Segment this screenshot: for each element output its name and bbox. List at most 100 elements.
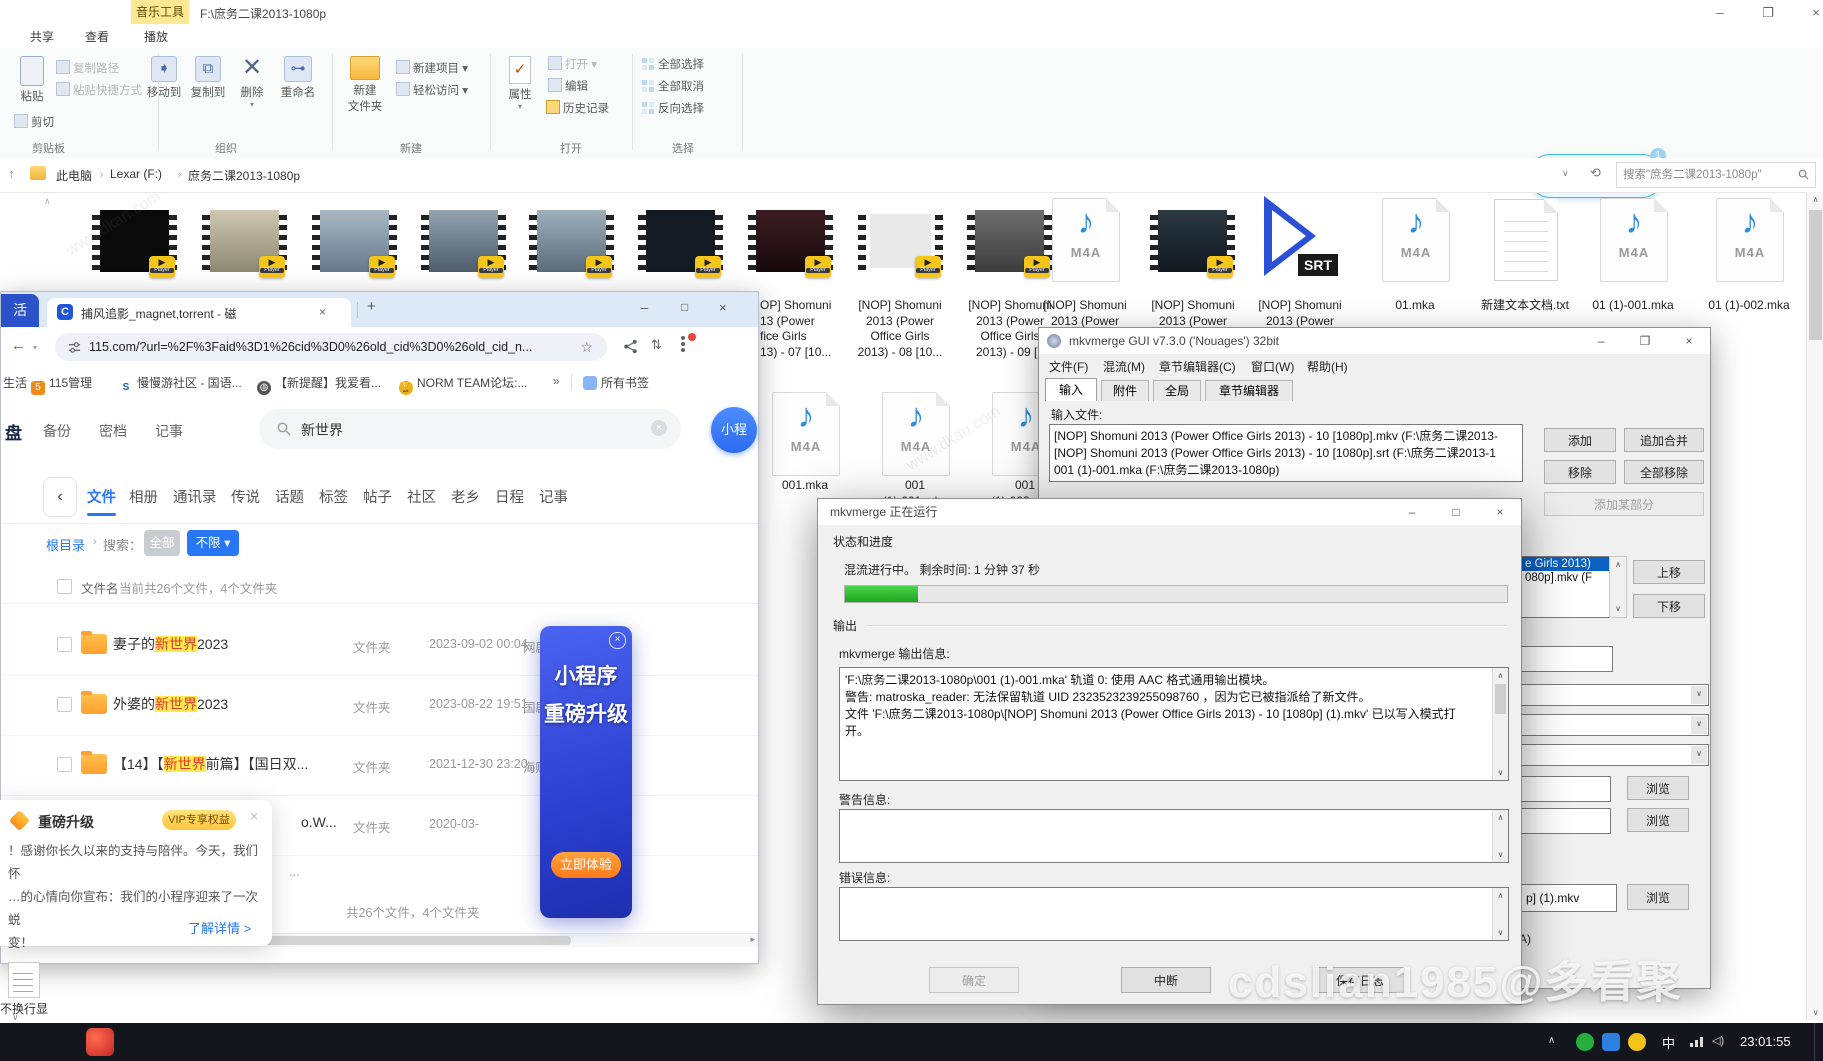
output-message-box[interactable]: 'F:\庶务二课2013-1080p\001 (1)-001.mka' 轨道 0… (839, 667, 1509, 781)
tab-input[interactable]: 输入 (1045, 378, 1097, 401)
text-file-icon[interactable] (1494, 199, 1558, 281)
popup-close-icon[interactable]: × (250, 808, 258, 824)
select-none-button[interactable]: 全部取消 (642, 78, 704, 94)
clear-search-icon[interactable]: × (651, 420, 667, 436)
bookmark-item[interactable]: 生活 (3, 374, 27, 391)
m4a-file-icon[interactable]: ♪M4A (1600, 198, 1668, 282)
srt-file-icon[interactable]: SRT (1258, 196, 1338, 280)
add-button[interactable]: 添加 (1544, 428, 1616, 452)
track-name-field[interactable] (1521, 646, 1613, 672)
bookmark-item[interactable]: ◍【新提醒】我爱看... (257, 374, 381, 395)
history-button[interactable]: 历史记录 (546, 100, 609, 116)
easy-access-button[interactable]: 轻松访问 ▾ (396, 82, 468, 98)
download-icon[interactable]: ⇅ (651, 337, 662, 353)
tab-global[interactable]: 全局 (1153, 380, 1201, 401)
move-to-button[interactable]: ➧ 移动到 (142, 56, 186, 100)
gui-maximize-button[interactable]: ❐ (1624, 328, 1666, 354)
tab-legend[interactable]: 传说 (231, 486, 260, 507)
file-label[interactable]: 01 (1)-001.mka (1578, 298, 1688, 314)
video-file-thumbnail[interactable]: ▶Player (967, 210, 1052, 272)
error-box[interactable]: ∧∨ (839, 887, 1509, 941)
pinned-tab-stub[interactable]: 活 (1, 294, 39, 327)
cloud-search-input[interactable]: 新世界 × (259, 409, 681, 449)
scroll-thumb[interactable] (1809, 210, 1822, 340)
m4a-file-icon[interactable]: ♪M4A (1716, 198, 1784, 282)
input-method-indicator[interactable]: 中 (1662, 1033, 1675, 1052)
filter-unlimited-button[interactable]: 不限 ▾ (187, 530, 239, 556)
tab-community[interactable]: 社区 (407, 486, 436, 507)
properties-dropdown-caret[interactable]: ▾ (500, 102, 540, 111)
explorer-maximize-button[interactable]: ❐ (1748, 3, 1788, 23)
progress-minimize-button[interactable]: – (1391, 499, 1433, 525)
video-file-thumbnail[interactable]: ▶Player (1150, 210, 1235, 272)
tab-close-icon[interactable]: × (319, 305, 326, 319)
forced-track-combo[interactable]: ∨ (1521, 744, 1709, 766)
error-scrollbar[interactable]: ∧∨ (1492, 888, 1508, 940)
network-icon[interactable] (1690, 1037, 1704, 1047)
browser-maximize-button[interactable]: □ (681, 300, 688, 314)
m4a-file-icon[interactable]: ♪M4A (1382, 198, 1450, 282)
ad-cta-button[interactable]: 立即体验 (551, 852, 621, 878)
new-folder-button[interactable]: 新建 文件夹 (340, 56, 390, 114)
abort-button[interactable]: 中断 (1121, 967, 1211, 993)
delete-dropdown-caret[interactable]: ▾ (232, 100, 272, 109)
output-scrollbar[interactable]: ∧∨ (1492, 668, 1508, 780)
bookmark-item[interactable]: 5115管理 (31, 374, 92, 395)
file-label[interactable]: 01 (1)-002.mka (1694, 298, 1804, 314)
tags-field[interactable] (1521, 776, 1611, 802)
menu-window[interactable]: 窗口(W) (1251, 358, 1294, 375)
track-scroll-down[interactable]: ∨ (1610, 601, 1626, 617)
select-all-button[interactable]: 全部选择 (642, 56, 704, 72)
input-file-item[interactable]: [NOP] Shomuni 2013 (Power Office Girls 2… (1050, 444, 1522, 461)
tab-posts[interactable]: 帖子 (363, 486, 392, 507)
track-scroll-up[interactable]: ∧ (1610, 557, 1626, 573)
tab-albums[interactable]: 相册 (129, 486, 158, 507)
new-item-button[interactable]: 新建项目 ▾ (396, 60, 468, 76)
ribbon-tab-play[interactable]: 播放 (138, 26, 174, 48)
tab-chapter-editor[interactable]: 章节编辑器 (1205, 380, 1293, 401)
explorer-search-input[interactable]: 搜索"庶务二课2013-1080p" (1616, 162, 1816, 188)
file-row[interactable]: 妻子的新世界2023 文件夹 2023-09-02 00:04 网剧 i (1, 615, 758, 676)
scroll-up-arrow[interactable]: ∧ (1807, 192, 1823, 207)
toolbar-dropdown-caret[interactable]: ▾ (33, 343, 37, 352)
share-icon[interactable] (623, 339, 638, 354)
video-file-thumbnail[interactable]: ▶Player (529, 210, 614, 272)
hidden-icons-chevron[interactable]: ∧ (1548, 1035, 1555, 1046)
paste-shortcut-button[interactable]: 粘贴快捷方式 (56, 82, 142, 98)
gui-minimize-button[interactable]: – (1580, 328, 1622, 354)
nav-pane-scroll-up[interactable]: ∧ (44, 196, 51, 207)
video-file-thumbnail[interactable]: ▶Player (202, 210, 287, 272)
address-dropdown-caret[interactable]: ∨ (1562, 168, 1569, 179)
input-file-item[interactable]: 001 (1)-001.mka (F:\庶务二课2013-1080p) (1050, 461, 1522, 478)
tab-tags[interactable]: 标签 (319, 486, 348, 507)
properties-button[interactable]: ✓ 属性 ▾ (500, 56, 540, 111)
warning-box[interactable]: ∧∨ (839, 809, 1509, 863)
tab-hometown[interactable]: 老乡 (451, 486, 480, 507)
browser-minimize-button[interactable]: – (641, 300, 648, 315)
refresh-icon[interactable]: ⟲ (1590, 165, 1601, 181)
edit-button[interactable]: 编辑 (548, 78, 588, 94)
taskbar-app-icon[interactable] (86, 1028, 114, 1056)
row-checkbox[interactable] (57, 757, 72, 772)
progress-close-button[interactable]: × (1479, 499, 1521, 525)
track-down-button[interactable]: 下移 (1633, 594, 1705, 618)
video-file-thumbnail[interactable]: ▶Player (748, 210, 833, 272)
bookmarks-overflow-chevron[interactable]: » (553, 374, 560, 388)
file-row[interactable]: 外婆的新世界2023 文件夹 2023-08-22 19:51 国剧 (1, 675, 758, 736)
root-dir-link[interactable]: 根目录 (46, 535, 85, 554)
file-label[interactable]: 01.mka (1360, 298, 1470, 314)
warning-scrollbar[interactable]: ∧∨ (1492, 810, 1508, 862)
bookmark-star-icon[interactable]: ☆ (580, 333, 593, 361)
menu-mux[interactable]: 混流(M) (1103, 358, 1145, 375)
corner-chevron[interactable]: ∨ (12, 1012, 19, 1023)
taskbar-clock[interactable]: 23:01:55 (1740, 1034, 1791, 1049)
output-browse-button[interactable]: 浏览 (1627, 884, 1689, 910)
menu-chapter-editor[interactable]: 章节编辑器(C) (1159, 358, 1236, 375)
new-tab-button[interactable]: + (367, 298, 376, 315)
rename-button[interactable]: ⊶ 重命名 (272, 56, 324, 100)
explorer-vertical-scrollbar[interactable]: ∧ ∨ (1806, 192, 1823, 1020)
output-filename-field[interactable]: p] (1).mkv (1521, 884, 1617, 912)
tab-schedule[interactable]: 日程 (495, 486, 524, 507)
video-file-thumbnail[interactable]: ▶Player (312, 210, 397, 272)
scroll-down-arrow[interactable]: ∨ (1807, 1005, 1823, 1020)
